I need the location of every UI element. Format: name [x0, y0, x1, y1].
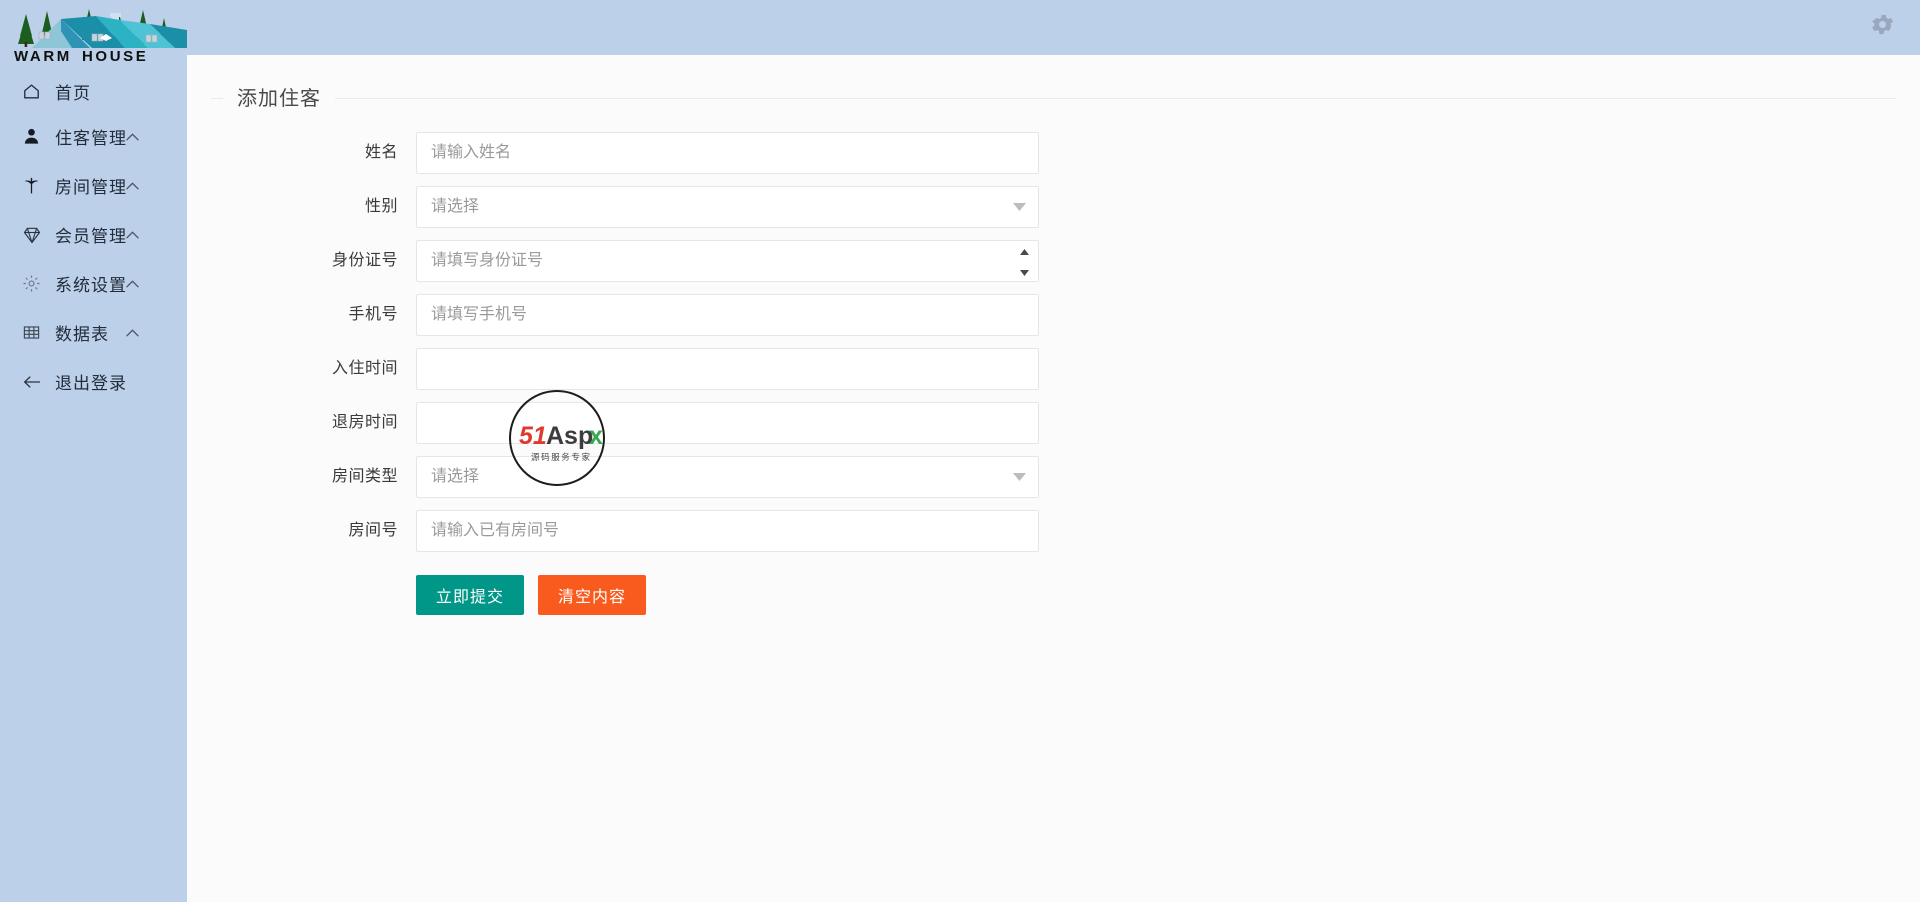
- label-id-number: 身份证号: [331, 252, 398, 269]
- form-row-phone: 手机号: [211, 294, 1896, 336]
- arrow-left-icon: [22, 373, 46, 391]
- sidebar-item-logout[interactable]: 退出登录: [0, 357, 187, 406]
- sidebar-nav: 首页 住客管理 房间管理 会员管理 系统设置 数据表 退出登录: [0, 66, 187, 406]
- form-row-checkout: 退房时间: [211, 402, 1896, 444]
- add-guest-form: 姓名 性别 请选择: [211, 99, 1896, 615]
- diamond-icon: [22, 225, 46, 245]
- sidebar-item-label: 数据表: [55, 325, 109, 344]
- sidebar: WARM HOUSE 首页 住客管理 房间管理 会员管理 系统设置 数据表 退出…: [0, 0, 187, 902]
- field-name: [416, 132, 1039, 174]
- form-row-checkin: 入住时间: [211, 348, 1896, 390]
- top-header-bar: [187, 0, 1920, 55]
- gear-icon: [1869, 11, 1896, 43]
- header-settings-button[interactable]: [1864, 9, 1900, 45]
- gear-icon: [22, 274, 46, 293]
- chevron-up-icon[interactable]: [126, 132, 139, 141]
- add-guest-panel: 添加住客 姓名 性别 请选择: [211, 82, 1896, 615]
- checkout-date-input[interactable]: [416, 402, 1039, 444]
- room-type-select[interactable]: 请选择: [416, 456, 1039, 498]
- sidebar-item-label: 会员管理: [55, 227, 127, 246]
- house-roofs-pines-logo: WARM HOUSE: [0, 0, 187, 66]
- field-checkout: [416, 402, 1039, 444]
- label-checkout: 退房时间: [331, 414, 398, 431]
- field-id-number: [416, 240, 1039, 282]
- sidebar-item-room-management[interactable]: 房间管理: [0, 161, 187, 210]
- form-row-room-type: 房间类型 请选择: [211, 456, 1896, 498]
- name-input[interactable]: [416, 132, 1039, 174]
- submit-button[interactable]: 立即提交: [416, 575, 525, 615]
- label-name: 姓名: [364, 144, 398, 161]
- main-content: 添加住客 姓名 性别 请选择: [187, 55, 1920, 902]
- field-gender: 请选择: [416, 186, 1039, 228]
- sidebar-item-data-table[interactable]: 数据表: [0, 308, 187, 357]
- gender-select[interactable]: 请选择: [416, 186, 1039, 228]
- chevron-up-icon[interactable]: [126, 279, 139, 288]
- form-actions: 立即提交 清空内容: [211, 575, 1896, 615]
- home-icon: [22, 82, 46, 101]
- label-room-number: 房间号: [348, 522, 398, 539]
- tree-icon: [22, 176, 46, 195]
- form-row-id-number: 身份证号: [211, 240, 1896, 282]
- phone-input[interactable]: [416, 294, 1039, 336]
- svg-text:HOUSE: HOUSE: [82, 48, 148, 65]
- label-room-type: 房间类型: [331, 468, 398, 485]
- svg-text:WARM: WARM: [14, 48, 72, 65]
- sidebar-item-guest-management[interactable]: 住客管理: [0, 112, 187, 161]
- chevron-up-icon[interactable]: [126, 230, 139, 239]
- number-stepper[interactable]: [1016, 246, 1033, 276]
- sidebar-item-label: 首页: [55, 83, 91, 103]
- id-number-input[interactable]: [416, 240, 1039, 282]
- room-number-input[interactable]: [416, 510, 1039, 552]
- chevron-up-icon[interactable]: [126, 181, 139, 190]
- form-row-name: 姓名: [211, 132, 1896, 174]
- clear-button[interactable]: 清空内容: [538, 575, 647, 615]
- brand-logo[interactable]: WARM HOUSE: [0, 0, 187, 66]
- gender-select-placeholder: 请选择: [431, 198, 480, 215]
- page-title: 添加住客: [223, 82, 335, 111]
- label-phone: 手机号: [348, 306, 398, 323]
- sidebar-item-member-management[interactable]: 会员管理: [0, 210, 187, 259]
- user-icon: [22, 127, 46, 146]
- field-checkin: [416, 348, 1039, 390]
- field-room-number: [416, 510, 1039, 552]
- sidebar-item-label: 系统设置: [55, 276, 127, 295]
- form-row-room-number: 房间号: [211, 510, 1896, 552]
- checkin-date-input[interactable]: [416, 348, 1039, 390]
- stepper-up-icon[interactable]: [1020, 242, 1029, 260]
- sidebar-item-home[interactable]: 首页: [0, 70, 187, 112]
- label-checkin: 入住时间: [331, 360, 398, 377]
- field-room-type: 请选择: [416, 456, 1039, 498]
- field-phone: [416, 294, 1039, 336]
- sidebar-item-label: 退出登录: [55, 374, 127, 393]
- table-icon: [22, 323, 46, 342]
- app-root: WARM HOUSE 首页 住客管理 房间管理 会员管理 系统设置 数据表 退出…: [0, 0, 1920, 902]
- sidebar-item-label: 房间管理: [55, 178, 127, 197]
- sidebar-item-label: 住客管理: [55, 129, 127, 148]
- room-type-select-placeholder: 请选择: [431, 468, 480, 485]
- chevron-up-icon[interactable]: [126, 328, 139, 337]
- label-gender: 性别: [364, 198, 398, 215]
- form-row-gender: 性别 请选择: [211, 186, 1896, 228]
- stepper-down-icon[interactable]: [1020, 263, 1029, 281]
- sidebar-item-system-settings[interactable]: 系统设置: [0, 259, 187, 308]
